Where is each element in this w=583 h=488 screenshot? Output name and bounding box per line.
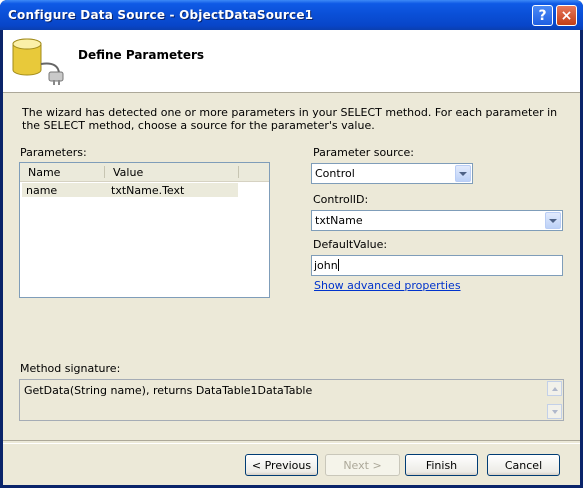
finish-button[interactable]: Finish [405,454,478,476]
text-caret [337,259,339,271]
scroll-up-button[interactable] [547,381,562,396]
chevron-down-icon [549,218,557,223]
control-id-dropdown[interactable]: txtName [311,210,563,231]
scroll-down-button[interactable] [547,404,562,419]
help-button[interactable]: ? [532,5,553,26]
column-header-name[interactable]: Name [28,166,60,179]
control-id-label: ControlID: [313,193,369,206]
parameter-source-dropdown[interactable]: Control [311,163,473,184]
default-value-text: john [314,259,339,272]
help-icon: ? [538,7,547,24]
dialog-client-area: Define Parameters The wizard has detecte… [3,30,580,485]
default-value-input[interactable]: john [311,255,563,276]
parameter-source-value: Control [315,167,355,180]
database-plug-icon [12,38,64,85]
method-signature-box: GetData(String name), returns DataTable1… [19,379,564,421]
table-row[interactable]: name txtName.Text [22,183,238,197]
parameter-value-cell: txtName.Text [111,184,185,197]
parameters-list-header: Name Value [20,163,269,182]
window-title: Configure Data Source - ObjectDataSource… [8,8,314,22]
show-advanced-properties-link[interactable]: Show advanced properties [314,279,461,292]
close-icon: × [560,7,573,24]
title-bar[interactable]: Configure Data Source - ObjectDataSource… [0,0,583,30]
arrow-down-icon [551,409,558,414]
parameters-list[interactable]: Name Value name txtName.Text [19,162,270,298]
previous-button[interactable]: < Previous [245,454,318,476]
default-value-label: DefaultValue: [313,238,388,251]
close-button[interactable]: × [556,5,577,26]
arrow-up-icon [551,386,558,391]
dropdown-arrow-button[interactable] [455,165,471,182]
dropdown-arrow-button[interactable] [545,212,561,229]
method-signature-label: Method signature: [20,362,121,375]
parameter-name-cell: name [26,184,58,197]
column-separator [104,166,105,178]
description-text: The wizard has detected one or more para… [22,106,558,132]
page-title: Define Parameters [78,48,205,62]
footer-divider [3,440,580,444]
parameter-source-label: Parameter source: [313,146,414,159]
cancel-button[interactable]: Cancel [487,454,560,476]
parameters-label: Parameters: [20,146,87,159]
default-value-current: john [314,259,338,272]
column-separator [238,166,239,178]
next-button: Next > [325,454,400,476]
method-signature-value: GetData(String name), returns DataTable1… [24,384,313,397]
column-header-value[interactable]: Value [113,166,143,179]
chevron-down-icon [459,171,467,176]
control-id-value: txtName [315,214,363,227]
vertical-scrollbar[interactable] [547,381,562,419]
dialog-window: Configure Data Source - ObjectDataSource… [0,0,583,488]
wizard-header: Define Parameters [3,30,580,93]
